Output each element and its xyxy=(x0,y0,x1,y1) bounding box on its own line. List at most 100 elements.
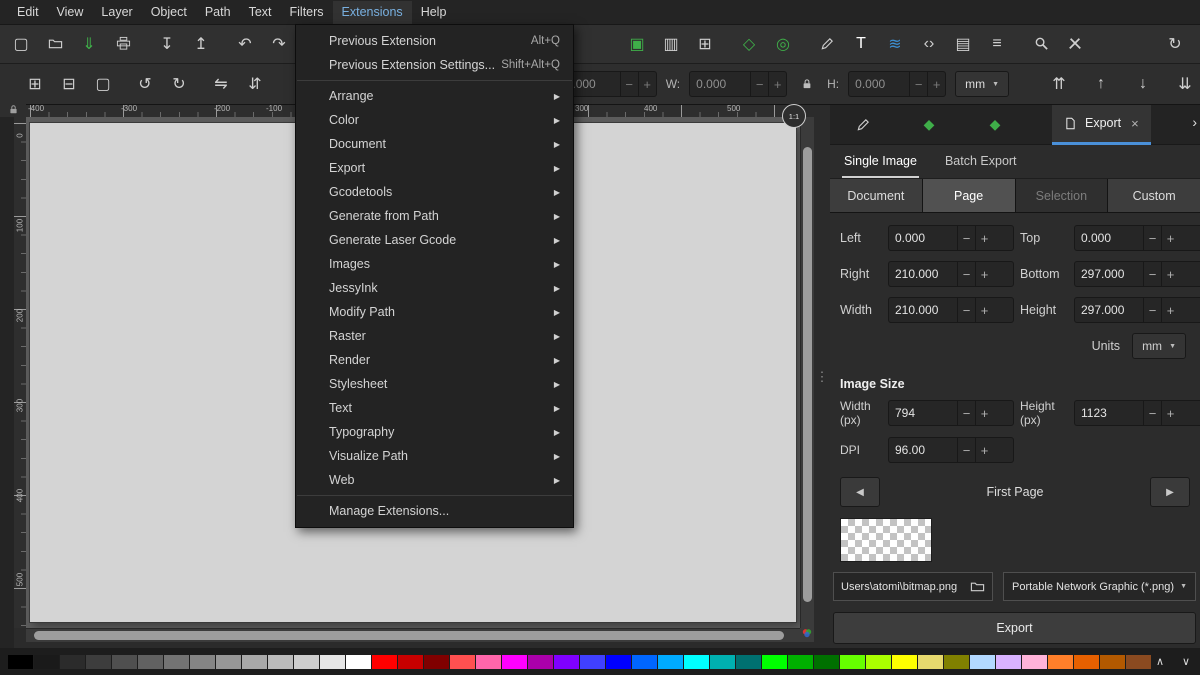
palette-swatch[interactable] xyxy=(554,655,579,669)
close-icon[interactable]: × xyxy=(1131,116,1139,131)
menu-item-text[interactable]: Text▶ xyxy=(296,396,573,420)
object-properties-icon[interactable]: ▤ xyxy=(948,29,978,59)
ruler-corner[interactable] xyxy=(0,104,26,117)
increment-button[interactable]: + xyxy=(1161,226,1179,250)
tab-export[interactable]: Export × xyxy=(1052,105,1151,145)
increment-button[interactable]: + xyxy=(927,72,945,96)
palette-swatch[interactable] xyxy=(138,655,163,669)
menu-view[interactable]: View xyxy=(48,1,93,24)
units-dropdown[interactable]: mm ▼ xyxy=(1132,333,1186,359)
spin-value[interactable]: 96.00 xyxy=(889,438,957,462)
palette-swatch[interactable] xyxy=(320,655,345,669)
unlink-clone-icon[interactable]: ◇ xyxy=(734,29,764,59)
menu-item-visualize-path[interactable]: Visualize Path▶ xyxy=(296,444,573,468)
decrement-button[interactable]: − xyxy=(1143,298,1161,322)
palette-swatch[interactable] xyxy=(268,655,293,669)
flip-vertical-icon[interactable]: ⇵ xyxy=(240,69,270,99)
menu-layer[interactable]: Layer xyxy=(92,1,141,24)
menu-item-previous-extension-settings[interactable]: Previous Extension Settings...Shift+Alt+… xyxy=(296,53,573,77)
palette-swatch[interactable] xyxy=(372,655,397,669)
spin-field[interactable]: 0.000−+ xyxy=(848,71,946,97)
palette-swatch[interactable] xyxy=(112,655,137,669)
dock-resize-handle[interactable]: ⋮ xyxy=(814,105,830,648)
snap-options-icon[interactable]: ◎ xyxy=(768,29,798,59)
menu-item-previous-extension[interactable]: Previous ExtensionAlt+Q xyxy=(296,29,573,53)
area-button-document[interactable]: Document xyxy=(830,179,923,212)
lower-to-bottom-icon[interactable]: ⇊ xyxy=(1170,69,1200,99)
filename-field[interactable]: Users\atomi\bitmap.png xyxy=(833,572,993,601)
palette-swatch[interactable] xyxy=(346,655,371,669)
spin-field[interactable]: 794−+ xyxy=(888,400,1014,426)
fill-stroke-dialog-icon[interactable] xyxy=(812,29,842,59)
increment-button[interactable]: + xyxy=(1161,262,1179,286)
palette-swatch[interactable] xyxy=(476,655,501,669)
palette-swatch[interactable] xyxy=(164,655,189,669)
area-button-custom[interactable]: Custom xyxy=(1108,179,1200,212)
rotate-ccw-icon[interactable]: ↺ xyxy=(130,69,160,99)
panel-overflow-icon[interactable]: › xyxy=(1192,114,1197,130)
menu-item-stylesheet[interactable]: Stylesheet▶ xyxy=(296,372,573,396)
paste-in-place-icon[interactable]: ▣ xyxy=(622,29,652,59)
new-document-icon[interactable]: ▢ xyxy=(6,29,36,59)
menu-item-render[interactable]: Render▶ xyxy=(296,348,573,372)
menu-item-document[interactable]: Document▶ xyxy=(296,132,573,156)
spin-field[interactable]: 297.000−+ xyxy=(1074,261,1200,287)
tab-extension-dialog-1[interactable]: ◆ xyxy=(912,108,946,142)
increment-button[interactable]: + xyxy=(975,226,993,250)
decrement-button[interactable]: − xyxy=(957,226,975,250)
menu-help[interactable]: Help xyxy=(412,1,456,24)
vertical-scrollbar[interactable] xyxy=(800,117,814,628)
palette-swatch[interactable] xyxy=(60,655,85,669)
import-icon[interactable]: ↧ xyxy=(152,29,182,59)
palette-swatch[interactable] xyxy=(190,655,215,669)
palette-swatch[interactable] xyxy=(710,655,735,669)
palette-swatch[interactable] xyxy=(840,655,865,669)
spin-value[interactable]: 297.000 xyxy=(1075,262,1143,286)
palette-swatch[interactable] xyxy=(424,655,449,669)
select-all-icon[interactable]: ⊞ xyxy=(20,69,50,99)
select-all-layers-icon[interactable]: ⊟ xyxy=(54,69,84,99)
vertical-scrollbar-thumb[interactable] xyxy=(803,147,812,602)
palette-scroll-down-button[interactable]: ∨ xyxy=(1176,651,1196,671)
raise-to-top-icon[interactable]: ⇈ xyxy=(1044,69,1074,99)
increment-button[interactable]: + xyxy=(975,298,993,322)
open-document-icon[interactable] xyxy=(40,29,70,59)
palette-swatch[interactable] xyxy=(632,655,657,669)
spin-value[interactable]: 0.000 xyxy=(849,72,909,96)
spin-field[interactable]: 0.000−+ xyxy=(888,225,1014,251)
menu-path[interactable]: Path xyxy=(196,1,240,24)
decrement-button[interactable]: − xyxy=(957,401,975,425)
increment-button[interactable]: + xyxy=(638,72,656,96)
redo-icon[interactable]: ↷ xyxy=(264,29,294,59)
vertical-ruler[interactable]: 0100200300400500 xyxy=(14,117,26,628)
palette-scroll-up-button[interactable]: ∧ xyxy=(1150,651,1170,671)
zoom-indicator[interactable]: 1:1 xyxy=(782,104,806,128)
palette-swatch[interactable] xyxy=(34,655,59,669)
decrement-button[interactable]: − xyxy=(1143,226,1161,250)
palette-swatch[interactable] xyxy=(944,655,969,669)
refresh-icon[interactable]: ↻ xyxy=(1160,29,1190,59)
spin-field[interactable]: 210.000−+ xyxy=(888,261,1014,287)
menu-item-typography[interactable]: Typography▶ xyxy=(296,420,573,444)
palette-swatch[interactable] xyxy=(658,655,683,669)
clone-icon[interactable]: ⊞ xyxy=(690,29,720,59)
menu-extensions[interactable]: Extensions xyxy=(333,1,412,24)
layers-dialog-icon[interactable]: ≡ xyxy=(982,29,1012,59)
spin-field[interactable]: 1123−+ xyxy=(1074,400,1200,426)
palette-swatch[interactable] xyxy=(216,655,241,669)
increment-button[interactable]: + xyxy=(975,262,993,286)
color-management-toggle[interactable] xyxy=(800,628,814,642)
palette-swatch[interactable] xyxy=(762,655,787,669)
decrement-button[interactable]: − xyxy=(957,262,975,286)
menu-item-arrange[interactable]: Arrange▶ xyxy=(296,84,573,108)
palette-swatch[interactable] xyxy=(736,655,761,669)
palette-swatch[interactable] xyxy=(918,655,943,669)
format-dropdown[interactable]: Portable Network Graphic (*.png) ▼ xyxy=(1003,572,1196,601)
menu-item-generate-laser-gcode[interactable]: Generate Laser Gcode▶ xyxy=(296,228,573,252)
palette-swatch[interactable] xyxy=(1022,655,1047,669)
tab-batch-export[interactable]: Batch Export xyxy=(943,145,1019,178)
spin-value[interactable]: 794 xyxy=(889,401,957,425)
area-button-page[interactable]: Page xyxy=(923,179,1016,212)
units-dropdown[interactable]: mm▼ xyxy=(955,71,1009,97)
palette-swatch[interactable] xyxy=(684,655,709,669)
